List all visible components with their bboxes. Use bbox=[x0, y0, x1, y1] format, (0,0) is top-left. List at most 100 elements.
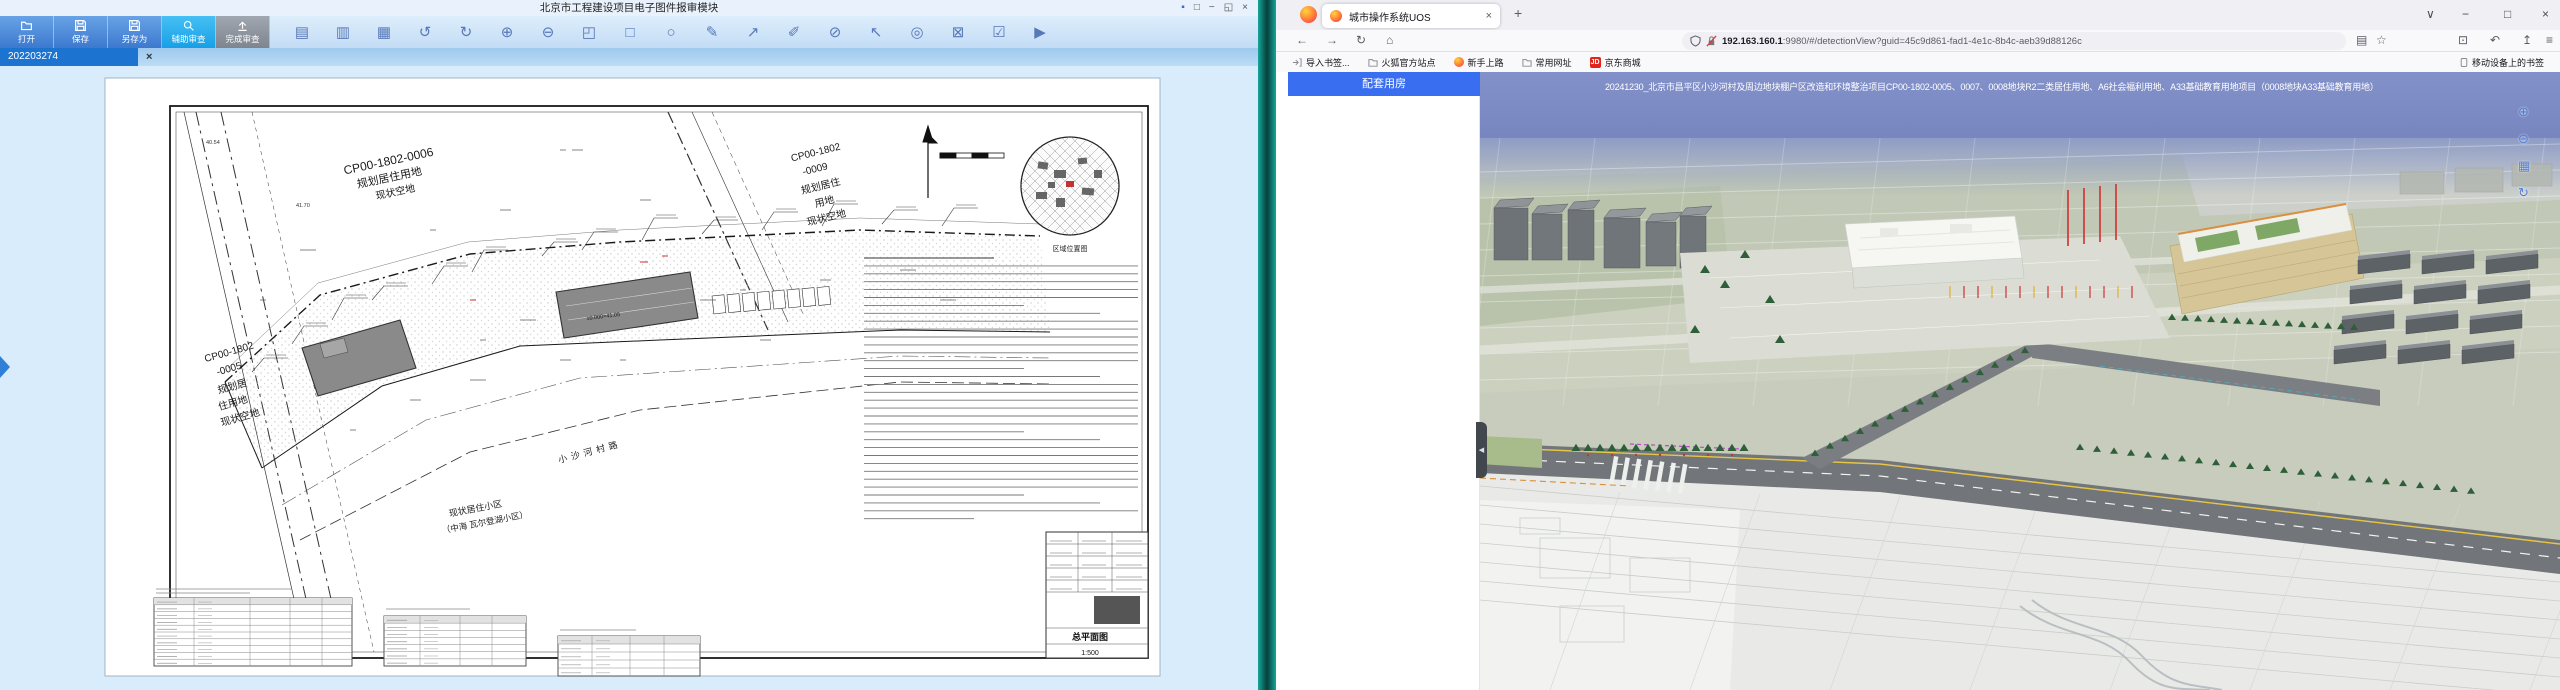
maximize-button[interactable]: □ bbox=[2504, 7, 2511, 21]
main-toolbar: 打开 保存 另存为 辅助审查 完成审查 ▤ ▥ ▦ ↺ ↻ ⊕ ⊖ ◰ □ bbox=[0, 16, 1258, 48]
restore-button[interactable]: ◱ bbox=[1224, 1, 1233, 15]
zoom-out-icon[interactable]: ⊖ bbox=[2518, 131, 2530, 147]
forward-icon[interactable]: → bbox=[1326, 33, 1338, 47]
import-icon bbox=[1292, 58, 1302, 67]
project-title: 20241230_北京市昌平区小沙河村及周边地块棚户区改造和环境整治项目CP00… bbox=[1605, 80, 2379, 93]
phone-icon bbox=[2460, 57, 2468, 68]
title-block: 总平面图 1:500 bbox=[1046, 532, 1148, 658]
reader-icon[interactable]: ▤ bbox=[2356, 33, 2367, 47]
side-panel bbox=[1276, 96, 1480, 690]
bookmark-getting-started[interactable]: 新手上路 bbox=[1454, 56, 1504, 69]
minimize-button[interactable]: − bbox=[2462, 7, 2469, 21]
video-icon[interactable]: ▶ bbox=[1032, 23, 1048, 41]
zoom-in-icon[interactable]: ⊕ bbox=[2518, 104, 2530, 120]
bookmark-import[interactable]: 导入书签... bbox=[1292, 56, 1350, 69]
window-controls: ▪ □ − ◱ × bbox=[1181, 1, 1248, 15]
lock-insecure-icon[interactable] bbox=[1706, 35, 1717, 47]
assist-review-button[interactable]: 辅助审查 bbox=[162, 16, 216, 48]
inset-caption: 区域位置图 bbox=[1053, 244, 1088, 253]
rotate-right-icon[interactable]: ↻ bbox=[458, 23, 474, 41]
open-button[interactable]: 打开 bbox=[0, 16, 54, 48]
bookmark-star-icon[interactable]: ☆ bbox=[2376, 33, 2387, 47]
fit-view-icon[interactable]: ◰ bbox=[581, 23, 597, 41]
finish-review-button[interactable]: 完成审查 bbox=[216, 16, 270, 48]
arrow-tool-icon[interactable]: ↗ bbox=[745, 23, 761, 41]
browser-tab-strip: 城市操作系统UOS × + ∨ − □ × bbox=[1276, 0, 2560, 30]
document-icon[interactable]: ▤ bbox=[294, 23, 310, 41]
elevation-mark: 41.70 bbox=[296, 203, 310, 209]
marker-tool-icon[interactable]: ✐ bbox=[786, 23, 802, 41]
browser-tab[interactable]: 城市操作系统UOS × bbox=[1322, 4, 1500, 28]
bookmark-jd[interactable]: JD 京东商城 bbox=[1590, 56, 1641, 69]
save-as-button[interactable]: 另存为 bbox=[108, 16, 162, 48]
uos-page: 配套用房 20241230_北京市昌平区小沙河村及周边地块棚户区改造和环境整治项… bbox=[1276, 72, 2560, 690]
back-icon[interactable]: ← bbox=[1296, 33, 1308, 47]
panel-header-tab[interactable]: 配套用房 bbox=[1288, 72, 1480, 96]
pin-icon[interactable]: ▪ bbox=[1181, 1, 1185, 15]
zoom-in-icon[interactable]: ⊕ bbox=[499, 23, 515, 41]
floppy-icon bbox=[128, 19, 141, 32]
scale-bar bbox=[940, 153, 1004, 158]
rotate-left-icon[interactable]: ↺ bbox=[417, 23, 433, 41]
cad-review-window: 北京市工程建设项目电子图件报审模块 ▪ □ − ◱ × 打开 保存 另存为 辅助… bbox=[0, 0, 1258, 690]
indicator-table-1 bbox=[154, 598, 352, 666]
drawing-canvas[interactable]: CP00-1802-0006 规划居住用地 现状空地 CP00-1802 -00… bbox=[0, 66, 1258, 690]
zoom-out-icon[interactable]: ⊖ bbox=[540, 23, 556, 41]
screenshot-icon[interactable]: ⊡ bbox=[2458, 33, 2468, 47]
reload-icon[interactable]: ↻ bbox=[1356, 33, 1366, 47]
indicator-table-3 bbox=[558, 636, 700, 676]
magnifier-icon bbox=[182, 19, 195, 32]
eraser-tool-icon[interactable]: ⊘ bbox=[827, 23, 843, 41]
certificate-icon[interactable]: ▥ bbox=[335, 23, 351, 41]
undo-icon[interactable]: ↶ bbox=[2490, 33, 2500, 47]
select-tool-icon[interactable]: ↖ bbox=[868, 23, 884, 41]
url-text: 192.163.160.1:9980/#/detectionView?guid=… bbox=[1722, 36, 2082, 47]
city-3d-viewport[interactable] bbox=[1480, 138, 2560, 690]
layers-icon[interactable]: ▦ bbox=[2518, 158, 2530, 174]
reset-view-icon[interactable]: ↻ bbox=[2518, 185, 2530, 201]
calculator-icon[interactable]: ▦ bbox=[376, 23, 392, 41]
pencil-tool-icon[interactable]: ✎ bbox=[704, 23, 720, 41]
close-button[interactable]: × bbox=[2542, 7, 2549, 21]
tool-icon-row: ▤ ▥ ▦ ↺ ↻ ⊕ ⊖ ◰ □ ○ ✎ ↗ ✐ ⊘ ↖ ◎ ⊠ ☑ ▶ bbox=[294, 16, 1048, 48]
new-tab-button[interactable]: + bbox=[1514, 5, 1522, 21]
menu-icon[interactable]: ≡ bbox=[2546, 33, 2553, 47]
sheet-caption: 总平面图 bbox=[1072, 631, 1108, 642]
floppy-icon bbox=[74, 19, 87, 32]
tab-close-icon[interactable]: × bbox=[146, 48, 152, 66]
bookmark-firefox-site[interactable]: 火狐官方站点 bbox=[1368, 56, 1436, 69]
bookmarks-bar: 导入书签... 火狐官方站点 新手上路 常用网址 JD 京东商城 移动设备上的书… bbox=[1276, 52, 2560, 72]
jd-icon: JD bbox=[1590, 57, 1601, 68]
bookmark-common-sites[interactable]: 常用网址 bbox=[1522, 56, 1572, 69]
title-bar: 北京市工程建设项目电子图件报审模块 ▪ □ − ◱ × bbox=[0, 0, 1258, 16]
home-icon[interactable]: ⌂ bbox=[1386, 33, 1393, 47]
rectangle-tool-icon[interactable]: □ bbox=[622, 24, 638, 41]
theme-icon[interactable]: □ bbox=[1194, 1, 1200, 15]
browser-nav-bar: ← → ↻ ⌂ 192.163.160.1:9980/#/detectionVi… bbox=[1276, 30, 2560, 52]
tab-title: 城市操作系统UOS bbox=[1349, 9, 1479, 24]
list-tabs-chevron-icon[interactable]: ∨ bbox=[2426, 7, 2435, 21]
shield-icon[interactable] bbox=[1690, 35, 1701, 47]
sheet-scale: 1:500 bbox=[1081, 650, 1099, 657]
document-tab[interactable]: 202203274 bbox=[0, 48, 138, 66]
panel-collapse-handle[interactable]: ◀ bbox=[1476, 422, 1487, 478]
close-button[interactable]: × bbox=[1242, 1, 1248, 15]
tab-close-icon[interactable]: × bbox=[1486, 10, 1492, 22]
firefox-icon[interactable] bbox=[1300, 6, 1317, 23]
window-divider bbox=[1258, 0, 1276, 690]
folder-icon bbox=[1522, 58, 1532, 67]
bookmark-mobile[interactable]: 移动设备上的书签 bbox=[2460, 52, 2544, 72]
panel-expand-arrow-icon[interactable] bbox=[0, 356, 10, 378]
favicon bbox=[1330, 10, 1342, 22]
white-building bbox=[1845, 216, 2024, 288]
elevation-mark: 40.54 bbox=[206, 140, 220, 146]
clipboard-reject-icon[interactable]: ⊠ bbox=[950, 23, 966, 41]
folder-icon bbox=[1368, 58, 1378, 67]
save-button[interactable]: 保存 bbox=[54, 16, 108, 48]
review-search-icon[interactable]: ◎ bbox=[909, 23, 925, 41]
minimize-button[interactable]: − bbox=[1209, 1, 1215, 15]
ellipse-tool-icon[interactable]: ○ bbox=[663, 24, 679, 41]
url-bar[interactable]: 192.163.160.1:9980/#/detectionView?guid=… bbox=[1682, 32, 2346, 50]
clipboard-approve-icon[interactable]: ☑ bbox=[991, 23, 1007, 41]
share-icon[interactable]: ↥ bbox=[2522, 33, 2532, 47]
